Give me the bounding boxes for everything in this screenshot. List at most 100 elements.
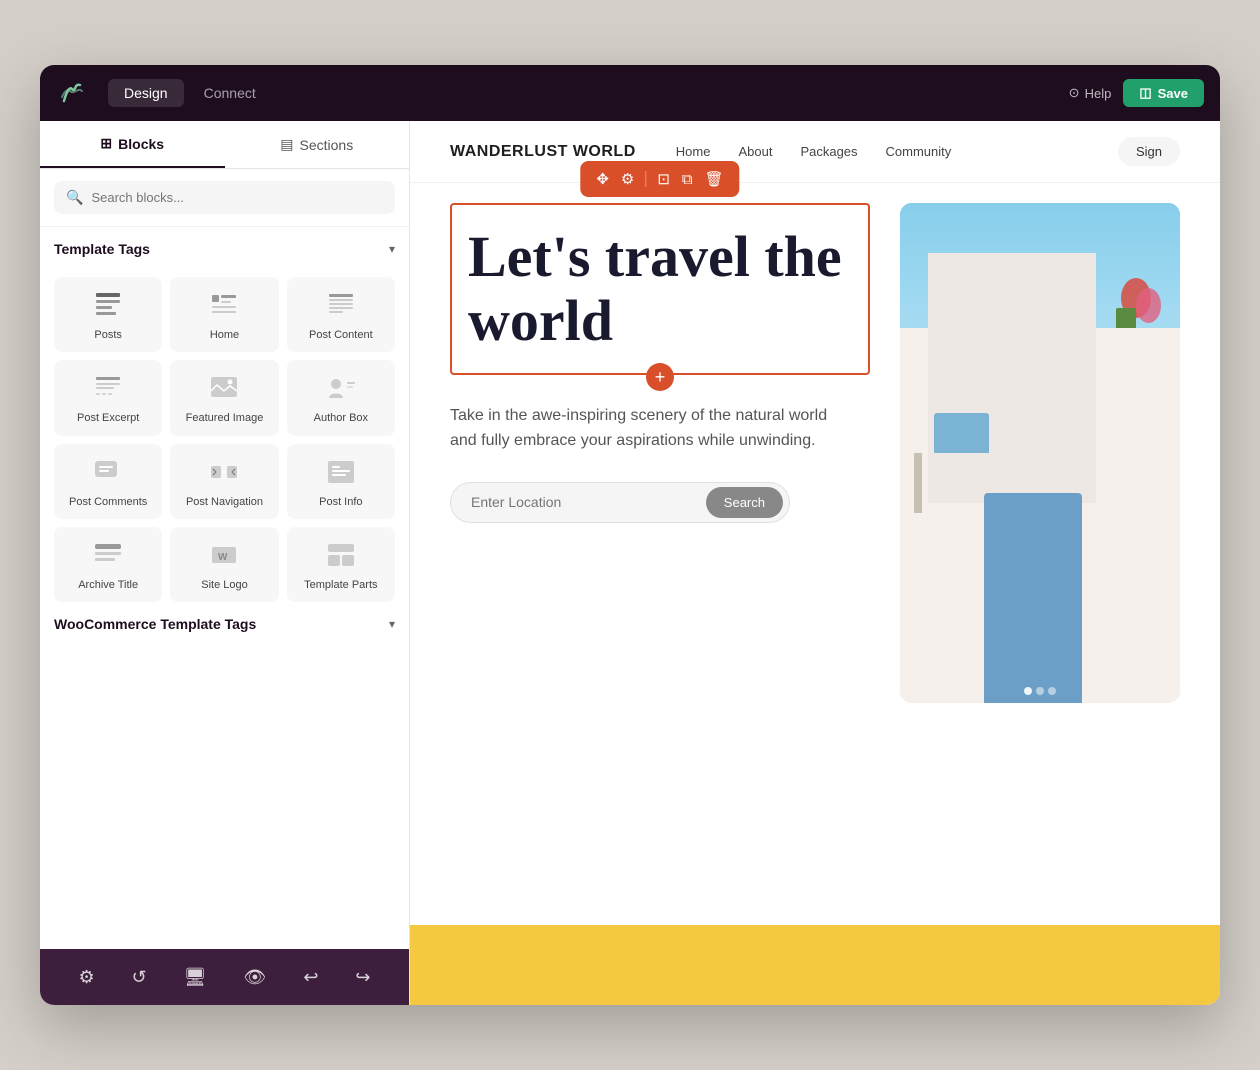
sections-tab-icon: ▤: [280, 136, 293, 153]
blocks-grid: Posts Home Post Content Post Excerpt: [40, 277, 409, 602]
woocommerce-header: WooCommerce Template Tags ▾: [54, 616, 395, 632]
template-tags-title: Template Tags: [54, 241, 150, 257]
nav-community[interactable]: Community: [886, 144, 952, 159]
nav-about[interactable]: About: [738, 144, 772, 159]
undo-icon[interactable]: ↩: [297, 961, 324, 994]
search-submit-button[interactable]: Search: [706, 487, 783, 518]
block-author-box[interactable]: Author Box: [287, 360, 395, 435]
hero-photo: [900, 203, 1180, 703]
template-tags-section: Template Tags ▾: [40, 227, 409, 277]
canvas-area: ‹ WANDERLUST WORLD Home About Packages C…: [410, 121, 1220, 1005]
nav-home[interactable]: Home: [676, 144, 711, 159]
top-bar: Design Connect ⊙ Help ◫ Save: [40, 65, 1220, 121]
nav-connect[interactable]: Connect: [188, 79, 272, 107]
main-door: [984, 493, 1082, 703]
top-bar-right: ⊙ Help ◫ Save: [1069, 79, 1204, 107]
hero-area: ✥ ⚙ ⊡ ⧉ 🗑 Let's travel the world +: [410, 183, 1220, 723]
toolbar-divider: [645, 171, 646, 187]
location-input[interactable]: [471, 494, 706, 510]
search-input[interactable]: [91, 190, 383, 205]
sign-button[interactable]: Sign: [1118, 137, 1180, 166]
sidebar-tabs: ⊞ Blocks ▤ Sections: [40, 121, 409, 169]
block-template-parts-label: Template Parts: [304, 578, 377, 592]
block-settings-icon[interactable]: ⚙: [617, 168, 638, 190]
block-archive-title-label: Archive Title: [78, 578, 138, 592]
site-brand: WANDERLUST WORLD: [450, 143, 636, 161]
building-illustration: [900, 203, 1180, 703]
app-logo: [56, 77, 88, 109]
save-label: Save: [1158, 86, 1188, 101]
help-button[interactable]: ⊙ Help: [1069, 85, 1112, 101]
main-area: ⊞ Blocks ▤ Sections 🔍 Template Tags: [40, 121, 1220, 1005]
sidebar: ⊞ Blocks ▤ Sections 🔍 Template Tags: [40, 121, 410, 1005]
block-posts-label: Posts: [94, 328, 122, 342]
search-wrap: 🔍: [54, 181, 395, 214]
nav-design[interactable]: Design: [108, 79, 184, 107]
template-tags-chevron[interactable]: ▾: [389, 242, 395, 256]
woocommerce-title: WooCommerce Template Tags: [54, 616, 256, 632]
block-post-comments-label: Post Comments: [69, 495, 147, 509]
canvas-content: ‹ WANDERLUST WORLD Home About Packages C…: [410, 121, 1220, 1005]
block-posts[interactable]: Posts: [54, 277, 162, 352]
help-circle-icon: ⊙: [1069, 85, 1080, 101]
template-tags-header: Template Tags ▾: [54, 241, 395, 257]
block-post-content[interactable]: Post Content: [287, 277, 395, 352]
pillar-left: [914, 453, 922, 513]
hero-title: Let's travel the world: [468, 225, 852, 353]
block-post-navigation-label: Post Navigation: [186, 495, 263, 509]
block-featured-image-label: Featured Image: [186, 411, 264, 425]
block-post-excerpt[interactable]: Post Excerpt: [54, 360, 162, 435]
block-post-title[interactable]: Home: [170, 277, 278, 352]
block-post-info[interactable]: Post Info: [287, 444, 395, 519]
block-duplicate-icon[interactable]: ⧉: [678, 169, 697, 190]
block-post-title-label: Home: [210, 328, 239, 342]
block-site-logo-label: Site Logo: [201, 578, 247, 592]
yellow-strip: [410, 925, 1220, 1005]
block-post-navigation[interactable]: Post Navigation: [170, 444, 278, 519]
search-icon: 🔍: [66, 189, 83, 206]
sidebar-search-area: 🔍: [40, 169, 409, 227]
history-icon[interactable]: ↺: [126, 961, 153, 994]
second-level: [928, 253, 1096, 503]
save-button[interactable]: ◫ Save: [1123, 79, 1204, 107]
svg-text:W: W: [218, 552, 228, 563]
blocks-tab-icon: ⊞: [100, 135, 112, 152]
hero-description: Take in the awe-inspiring scenery of the…: [450, 403, 830, 454]
woocommerce-section: WooCommerce Template Tags ▾: [40, 602, 409, 640]
preview-icon[interactable]: 👁: [237, 961, 272, 994]
site-nav-links: Home About Packages Community: [676, 144, 952, 159]
selected-block[interactable]: ✥ ⚙ ⊡ ⧉ 🗑 Let's travel the world +: [450, 203, 870, 375]
hero-left: ✥ ⚙ ⊡ ⧉ 🗑 Let's travel the world +: [450, 203, 870, 523]
redo-icon[interactable]: ↪: [349, 961, 376, 994]
block-featured-image[interactable]: Featured Image: [170, 360, 278, 435]
desktop-icon[interactable]: 🖥: [178, 961, 213, 994]
site-nav: WANDERLUST WORLD Home About Packages Com…: [410, 121, 1220, 183]
block-toolbar: ✥ ⚙ ⊡ ⧉ 🗑: [580, 161, 739, 197]
sidebar-toolbar: ⚙ ↺ 🖥 👁 ↩ ↪: [40, 949, 409, 1005]
block-navigator-icon[interactable]: ⊡: [653, 168, 674, 190]
woocommerce-chevron[interactable]: ▾: [389, 617, 395, 631]
save-icon: ◫: [1139, 85, 1151, 101]
block-site-logo[interactable]: W Site Logo: [170, 527, 278, 602]
blocks-tab-label: Blocks: [118, 136, 164, 152]
tab-blocks[interactable]: ⊞ Blocks: [40, 121, 225, 168]
block-template-parts[interactable]: Template Parts: [287, 527, 395, 602]
site-nav-right: Sign: [1118, 137, 1180, 166]
tab-sections[interactable]: ▤ Sections: [225, 121, 410, 168]
block-author-box-label: Author Box: [314, 411, 368, 425]
add-block-button[interactable]: +: [646, 363, 674, 391]
canvas-search-bar: Search: [450, 482, 790, 523]
block-post-content-label: Post Content: [309, 328, 373, 342]
window-top-left: [934, 413, 989, 453]
block-post-excerpt-label: Post Excerpt: [77, 411, 139, 425]
help-label: Help: [1085, 86, 1112, 101]
block-delete-icon[interactable]: 🗑: [701, 168, 728, 190]
carousel-dots: [1024, 687, 1056, 695]
nav-packages[interactable]: Packages: [800, 144, 857, 159]
top-nav: Design Connect: [108, 79, 272, 107]
settings-icon[interactable]: ⚙: [72, 961, 100, 994]
block-archive-title[interactable]: Archive Title: [54, 527, 162, 602]
block-post-comments[interactable]: Post Comments: [54, 444, 162, 519]
move-icon[interactable]: ✥: [592, 168, 613, 190]
sections-tab-label: Sections: [300, 137, 354, 153]
